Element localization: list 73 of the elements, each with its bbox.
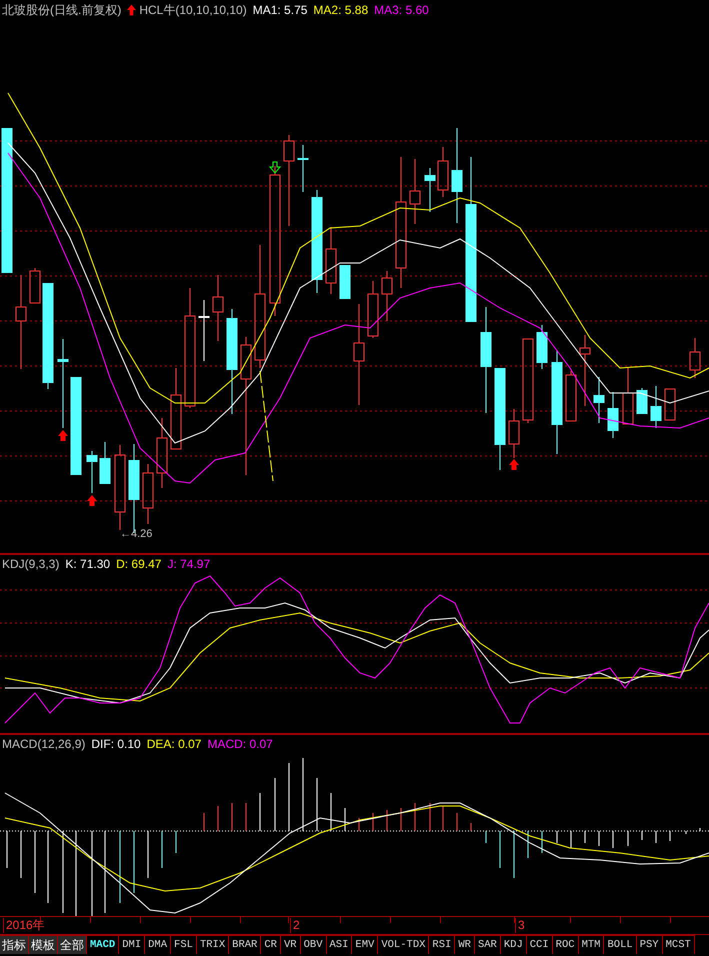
indicator-tab[interactable]: ASI bbox=[326, 935, 352, 954]
date-label: 2 bbox=[290, 918, 300, 933]
indicator-tab[interactable]: EMV bbox=[352, 935, 378, 954]
stock-title: 北玻股份(日线.前复权) bbox=[2, 3, 122, 17]
candlestick bbox=[608, 392, 618, 438]
indicator-value: DIF: 0.10 bbox=[91, 737, 141, 751]
low-price-label: ←4.26 bbox=[120, 528, 152, 540]
indicator-tab[interactable]: CCI bbox=[526, 935, 553, 954]
indicator-tab[interactable]: BRAR bbox=[229, 935, 262, 954]
up-arrow-icon bbox=[58, 430, 68, 441]
candlestick bbox=[156, 418, 168, 488]
candlestick bbox=[198, 300, 210, 362]
indicator-name: KDJ(9,3,3) bbox=[2, 557, 60, 571]
candlestick bbox=[86, 450, 98, 494]
candlestick bbox=[622, 368, 634, 424]
up-arrow-icon bbox=[127, 4, 136, 16]
indicator-tab[interactable]: VOL-TDX bbox=[378, 935, 430, 954]
candlestick bbox=[664, 388, 676, 420]
indicator-value: K: 71.30 bbox=[65, 557, 110, 571]
indicator-tab[interactable]: MCST bbox=[662, 935, 695, 954]
candlestick bbox=[636, 388, 648, 414]
up-arrow-icon bbox=[87, 495, 97, 506]
indicator-tab[interactable]: MACD bbox=[87, 935, 120, 954]
down-arrow-icon bbox=[268, 162, 282, 174]
candlestick bbox=[142, 464, 154, 524]
indicator-tab[interactable]: 模板 bbox=[29, 935, 58, 954]
candlestick bbox=[410, 158, 420, 224]
indicator-value: MACD: 0.07 bbox=[207, 737, 273, 751]
indicator-tab[interactable]: DMA bbox=[145, 935, 172, 954]
candlestick bbox=[368, 280, 378, 338]
indicator-name: MACD(12,26,9) bbox=[2, 737, 86, 751]
candlestick bbox=[566, 370, 576, 422]
candlestick bbox=[30, 268, 40, 304]
indicator-tab[interactable]: BOLL bbox=[604, 935, 637, 954]
indicator-value: DEA: 0.07 bbox=[146, 737, 202, 751]
indicator-tab[interactable]: MTM bbox=[578, 935, 604, 954]
indicator-tab[interactable]: SAR bbox=[474, 935, 501, 954]
date-label: 2016年 bbox=[3, 918, 45, 933]
date-label: 3 bbox=[515, 918, 525, 933]
indicator-tab[interactable]: 全部 bbox=[58, 935, 87, 954]
indicator-value: MA3: 5.60 bbox=[374, 3, 429, 17]
indicator-tab[interactable]: CR bbox=[261, 935, 281, 954]
candlestick bbox=[424, 168, 436, 212]
indicator-tab[interactable]: RSI bbox=[429, 935, 456, 954]
candlestick bbox=[650, 386, 662, 428]
candlestick bbox=[326, 226, 336, 294]
indicator-tab[interactable]: DMI bbox=[119, 935, 146, 954]
candlestick bbox=[580, 334, 590, 406]
candlestick bbox=[594, 376, 604, 424]
indicator-value: MA2: 5.88 bbox=[313, 3, 368, 17]
indicator-value: D: 69.47 bbox=[116, 557, 162, 571]
indicator-tab[interactable]: OBV bbox=[300, 935, 326, 954]
candlestick bbox=[690, 338, 700, 378]
candlestick bbox=[212, 274, 224, 342]
candlestick bbox=[298, 144, 308, 192]
indicator-tab[interactable]: FSL bbox=[171, 935, 197, 954]
indicator-value: J: 74.97 bbox=[167, 557, 210, 571]
indicator-name: HCL牛(10,10,10,10) bbox=[139, 3, 247, 17]
candlestick bbox=[508, 408, 520, 458]
indicator-tab[interactable]: VR bbox=[280, 935, 301, 954]
candlestick bbox=[340, 264, 350, 300]
candlestick bbox=[438, 146, 448, 198]
indicator-tab[interactable]: WR bbox=[455, 935, 475, 954]
indicator-tab[interactable]: TRIX bbox=[196, 935, 230, 954]
indicator-tab[interactable]: 指标 bbox=[0, 935, 29, 954]
candlestick bbox=[100, 442, 110, 484]
indicator-value: MA1: 5.75 bbox=[252, 3, 308, 17]
indicator-tab[interactable]: KDJ bbox=[500, 935, 527, 954]
indicator-tab[interactable]: PSY bbox=[636, 935, 663, 954]
up-arrow-icon bbox=[509, 459, 519, 470]
candlestick bbox=[382, 270, 392, 322]
candlestick bbox=[536, 324, 548, 370]
indicator-tab[interactable]: ROC bbox=[552, 935, 579, 954]
